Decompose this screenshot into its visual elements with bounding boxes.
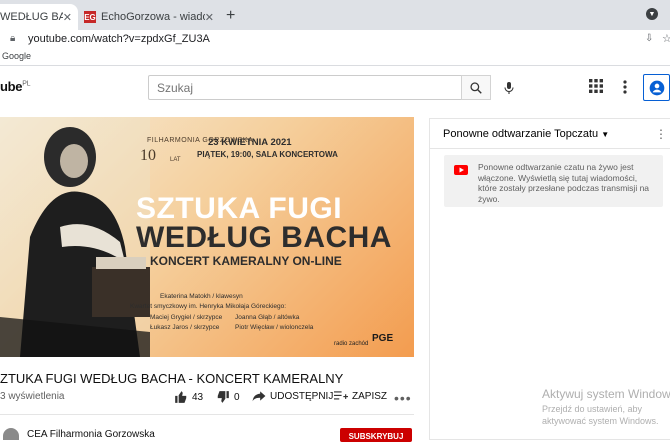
microphone-icon [504,82,514,94]
youtube-play-icon [454,165,468,175]
musician: Joanna Głąb / altówka [235,314,300,321]
voice-search-button[interactable] [498,77,520,99]
save-button[interactable]: ZAPISZ [334,390,387,402]
event-time-place: PIĄTEK, 19:00, SALA KONCERTOWA [197,150,338,159]
tab-label: WEDŁUG BACHA - [0,11,63,23]
echo-favicon-icon: EG [84,11,96,23]
poster-musicians-left: Maciej Grygiel / skrzypce Łukasz Jaros /… [150,313,222,333]
dislike-count: 0 [234,391,240,403]
more-vert-icon [623,80,627,94]
search-input[interactable] [148,75,462,100]
tab-echogorzowa[interactable]: EG EchoGorzowa - wiadomości z Go ✕ [78,4,220,30]
sponsor-pge-logo: PGE [372,333,394,344]
settings-menu-button[interactable] [618,79,632,95]
logo-text: ube [0,79,23,94]
browser-tab-bar: WEDŁUG BACHA - ✕ EG EchoGorzowa - wiadom… [0,0,670,30]
chat-mode-dropdown[interactable]: Ponowne odtwarzanie Topczatu ▼ [443,128,609,140]
poster-musicians-right: Joanna Głąb / altówka Piotr Więcław / wi… [235,313,313,333]
lock-icon[interactable]: 🔒︎ [10,33,15,44]
chat-notice-text: Ponowne odtwarzanie czatu na żywo jest w… [478,162,650,204]
install-icon[interactable]: ⇩ [645,33,653,44]
thumbs-up-icon [175,391,187,403]
search-button[interactable] [461,75,491,100]
thumbs-down-icon [217,391,229,403]
video-player[interactable]: FILHARMONIA GORZOWSKA 10 LAT 23 KWIETNIA… [0,117,414,357]
anniversary-number: 10 [140,147,156,164]
youtube-header: ubePL [0,67,670,107]
chat-menu-icon[interactable]: ⋮ [655,127,667,141]
youtube-logo[interactable]: ubePL [0,79,30,94]
poster-subtitle: KONCERT KAMERALNY ON-LINE [150,254,342,268]
url-text[interactable]: youtube.com/watch?v=zpdxGf_ZU3A [28,33,210,45]
account-button[interactable] [643,74,670,101]
channel-name[interactable]: CEA Filharmonia Gorzowska [27,429,155,440]
anniversary-unit: LAT [170,157,181,163]
like-button[interactable]: 43 [174,390,203,404]
poster-quartet: Kwartet smyczkowy im. Henryka Mikołaja G… [130,303,287,310]
save-label: ZAPISZ [352,390,388,402]
windows-activation-title: Aktywuj system Windows [542,387,670,401]
share-label: UDOSTĘPNIJ [270,390,334,402]
divider [0,414,414,415]
poster-performer: Ekaterina Matokh / klawesyn [160,293,243,300]
address-bar[interactable]: 🔒︎ youtube.com/watch?v=zpdxGf_ZU3A ⇩ ☆ [0,30,670,48]
musician: Łukasz Jaros / skrzypce [150,324,220,331]
bookmark-google[interactable]: Google [2,51,31,61]
chat-header: Ponowne odtwarzanie Topczatu ▼ ⋮ [430,119,670,149]
event-date: 23 KWIETNIA 2021 [208,137,292,148]
account-icon [649,80,664,95]
chevron-down-icon: ▼ [601,130,610,139]
chat-replay-notice: Ponowne odtwarzanie czatu na żywo jest w… [444,155,663,207]
apps-grid-icon [589,79,603,93]
bookmarks-bar: Google [0,48,670,66]
apps-button[interactable] [589,79,605,95]
region-code: PL [22,80,31,88]
new-tab-icon[interactable]: + [226,7,235,25]
view-count: 3 wyświetlenia [0,391,65,402]
tab-search-icon[interactable]: ▼ [646,8,658,20]
playlist-add-icon [334,391,348,400]
video-title: ZTUKA FUGI WEDŁUG BACHA - KONCERT KAMERA… [0,371,344,386]
sponsor-radio-logo: radio zachód [334,341,369,347]
like-count: 43 [192,391,204,403]
chat-title: Ponowne odtwarzanie Topczatu [443,128,599,140]
bookmark-star-icon[interactable]: ☆ [662,32,670,45]
musician: Maciej Grygiel / skrzypce [150,314,223,321]
tab-label: EchoGorzowa - wiadomości z Go [101,11,205,23]
tab-active[interactable]: WEDŁUG BACHA - ✕ [0,4,78,30]
close-tab-icon[interactable]: ✕ [63,11,72,24]
bach-portrait-image [0,117,150,357]
windows-activation-subtitle: Przejdź do ustawień, aby aktywować syste… [542,404,659,426]
search-icon [470,81,482,94]
channel-avatar[interactable] [3,428,19,440]
close-tab-icon[interactable]: ✕ [205,11,214,24]
poster-title-line2: WEDŁUG BACHA [136,221,392,254]
musician: Piotr Więcław / wiolonczela [235,324,314,331]
share-icon [252,391,266,402]
share-button[interactable]: UDOSTĘPNIJ [252,390,333,402]
dislike-button[interactable]: 0 [216,390,240,404]
more-actions-icon[interactable]: ••• [394,390,412,406]
